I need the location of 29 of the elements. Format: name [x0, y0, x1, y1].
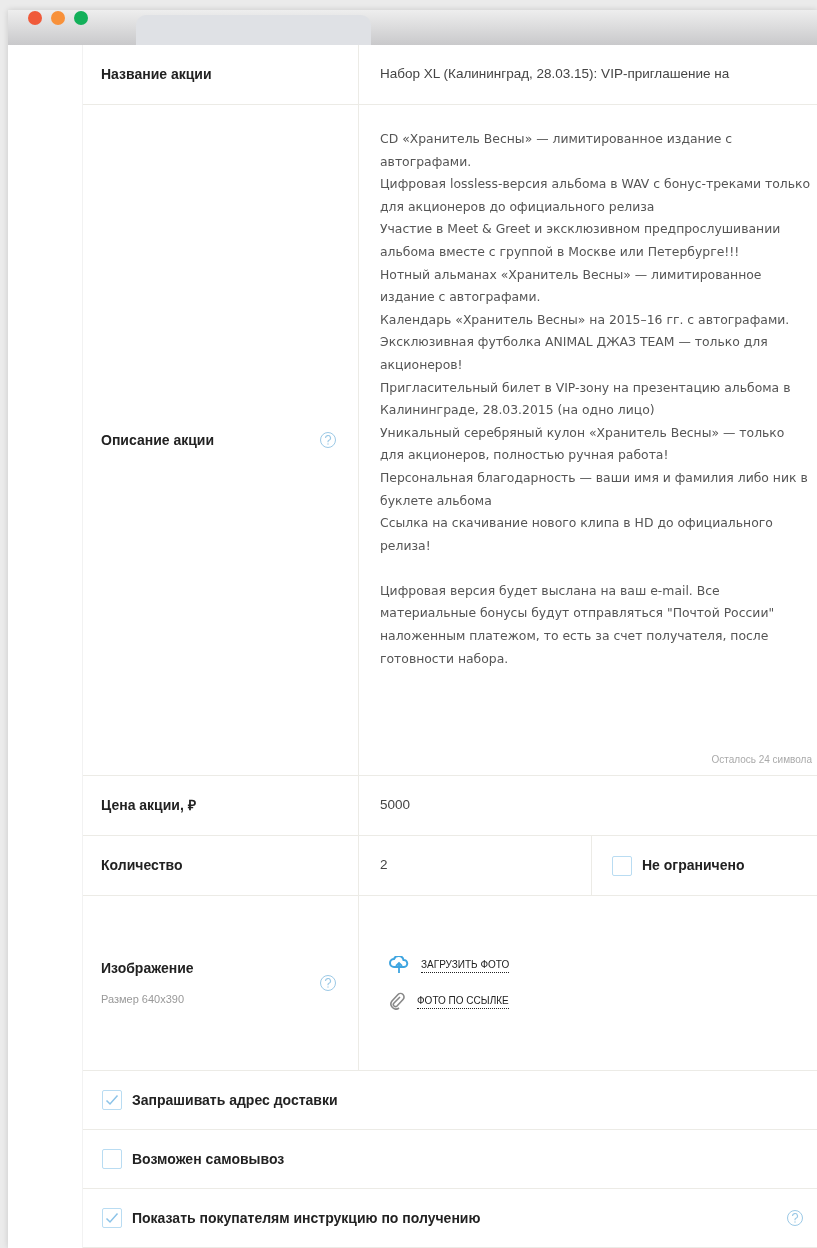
character-counter: Осталось 24 символа — [711, 753, 812, 767]
minimize-window-icon[interactable] — [51, 11, 65, 25]
photo-link[interactable]: ЗАГРУЗИТЬ ФОТО — [421, 957, 510, 973]
field-label: Изображение — [101, 959, 195, 979]
paperclip-icon — [389, 992, 405, 1010]
text-field[interactable]: 5000 — [359, 776, 817, 835]
check-icon — [105, 1094, 119, 1106]
field-label: Количество — [101, 856, 184, 875]
field-label: Цена акции, ₽ — [101, 796, 197, 815]
checkbox-label[interactable]: Не ограничено — [642, 855, 745, 876]
checkbox-label[interactable]: Запрашивать адрес доставки — [132, 1089, 803, 1111]
check-icon — [105, 1212, 119, 1224]
checkbox[interactable] — [612, 855, 632, 876]
field-label: Название акции — [101, 65, 213, 84]
browser-tab[interactable] — [136, 15, 371, 45]
checkbox-label[interactable]: Показать покупателям инструкцию по получению — [132, 1207, 777, 1229]
quantity-field[interactable]: 2 — [359, 836, 592, 895]
checkbox[interactable] — [102, 1149, 122, 1169]
maximize-window-icon[interactable] — [74, 11, 88, 25]
field-hint: Размер 640x390 — [101, 992, 186, 1008]
description-textarea[interactable]: CD «Хранитель Весны» — лимитированное издание с автографами. Цифровая lossless-версия альбома в WAV с бонус-треками только для акционеров до официального релиза Участие в Meet & Greet и эксклюзивном предпрослушивании альбома вместе с группой в Москве или Петербурге!!! Нотный альманах «Хранитель Весны» — лимитированное издание с автографами. Календарь «Хранитель Весны» на 2015–16 гг. с автографами. Эксклюзивная футболка ANIMAL ДЖАЗ TEAM — только для акционеров! Пригласительный билет в VIP-зону на презентацию альбома в Калининграде, 28.03.2015 (на одно лицо) Уникальный серебряный кулон «Хранитель Весны» — только для акционеров, полностью ручная работа! Персональная благодарность — ваши имя и фамилия либо ник в буклете альбома Ссылка на скачивание нового клипа в HD до официального релиза! Цифровая версия будет выслана на ваш e-mail. Все материальные бонусы будут отправляться "Почтой России" наложенным платежом, то есть за счет получателя, после готовности набора. — [380, 128, 812, 752]
checkbox[interactable] — [102, 1208, 122, 1228]
text-field[interactable]: Набор XL (Калининград, 28.03.15): VIP-приглашение на — [359, 45, 817, 104]
checkbox[interactable] — [102, 1090, 122, 1110]
cloud-upload-icon — [389, 956, 409, 974]
photo-link[interactable]: ФОТО ПО ССЫЛКЕ — [417, 993, 509, 1009]
checkbox-label[interactable]: Возможен самовывоз — [132, 1148, 803, 1170]
close-window-icon[interactable] — [28, 11, 42, 25]
field-label: Описание акции — [101, 430, 216, 450]
